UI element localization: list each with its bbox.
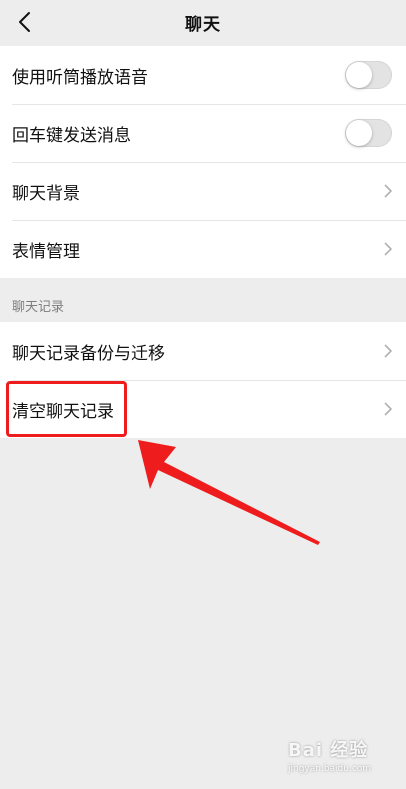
setting-label: 使用听筒播放语音 [12,67,148,88]
setting-row-earpiece[interactable]: 使用听筒播放语音 [0,46,406,104]
setting-row-backup-migrate[interactable]: 聊天记录备份与迁移 [0,322,406,380]
watermark-url: jingyan.baidu.com [288,764,372,774]
watermark-brand: Bai 经验 [288,740,369,761]
chevron-right-icon [380,401,392,417]
chat-history-group: 聊天记录备份与迁移 清空聊天记录 [0,322,406,438]
setting-row-sticker-management[interactable]: 表情管理 [0,220,406,278]
setting-row-enter-send[interactable]: 回车键发送消息 [0,104,406,162]
setting-label: 清空聊天记录 [12,401,114,422]
chevron-right-icon [380,241,392,257]
setting-label: 聊天背景 [12,183,80,204]
chevron-left-icon [19,12,30,32]
setting-row-clear-history[interactable]: 清空聊天记录 [0,380,406,438]
back-button[interactable] [6,4,42,40]
setting-label: 表情管理 [12,241,80,262]
nav-bar: 聊天 [0,0,406,44]
earpiece-toggle[interactable] [345,61,392,89]
chevron-right-icon [380,343,392,359]
toggle-knob [346,120,372,146]
baidu-jingyan-watermark: Bai 经验 jingyan.baidu.com [288,736,384,780]
settings-group: 使用听筒播放语音 回车键发送消息 聊天背景 表情管理 [0,46,406,278]
setting-label: 回车键发送消息 [12,125,131,146]
toggle-knob [346,62,372,88]
chevron-right-icon [380,183,392,199]
chat-settings-screen: 聊天 使用听筒播放语音 回车键发送消息 聊天背景 表情管理 聊天记录 聊天记录备… [0,0,406,789]
page-title: 聊天 [185,14,221,35]
setting-label: 聊天记录备份与迁移 [12,343,165,364]
section-label-chat-history: 聊天记录 [12,300,65,315]
setting-row-chat-background[interactable]: 聊天背景 [0,162,406,220]
enter-send-toggle[interactable] [345,119,392,147]
